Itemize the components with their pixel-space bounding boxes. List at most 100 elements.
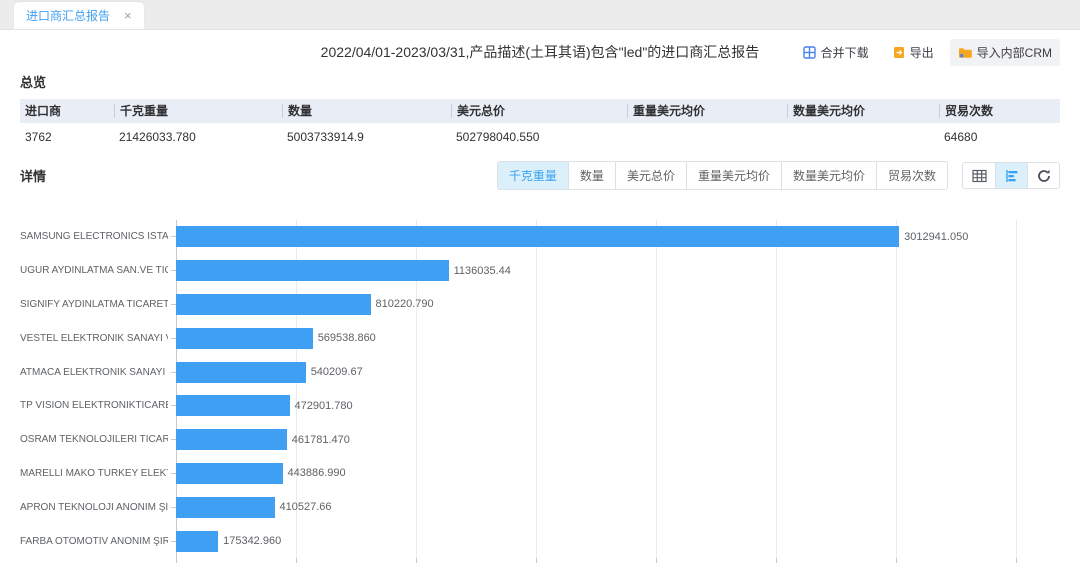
bar-track: 461781.470 xyxy=(176,429,1060,450)
chart-row: MARELLI MAKO TURKEY ELEKTRİK S... 443886.… xyxy=(20,457,1060,491)
merge-download-label: 合并下载 xyxy=(821,44,869,61)
category-label: MARELLI MAKO TURKEY ELEKTRİK S... xyxy=(20,468,168,479)
chart-bar[interactable] xyxy=(176,362,306,383)
overview-header-row: 进口商千克重量数量美元总价重量美元均价数量美元均价贸易次数 xyxy=(20,99,1060,123)
chart-row: ATMACA ELEKTRONİK SANAYİ VE Tİ... 540209.… xyxy=(20,355,1060,389)
bar-track: 410527.66 xyxy=(176,497,1060,518)
value-label: 569538.860 xyxy=(318,332,376,344)
chart-bar[interactable] xyxy=(176,294,371,315)
export-button[interactable]: 导出 xyxy=(885,39,942,66)
chart-bar[interactable] xyxy=(176,463,283,484)
value-label: 461781.470 xyxy=(292,434,350,446)
merge-download-button[interactable]: 合并下载 xyxy=(795,39,877,66)
metric-tab-2[interactable]: 数量 xyxy=(568,162,615,189)
chart-row: TP VISION ELEKTRONİKTİCARET AN... 472901.… xyxy=(20,389,1060,423)
chart-bar[interactable] xyxy=(176,531,218,552)
detail-controls: 千克重量数量美元总价重量美元均价数量美元均价贸易次数 xyxy=(497,161,1060,190)
category-label: UĞUR AYDINLATMA SAN.VE TİC.LTD... xyxy=(20,265,168,276)
report-page: 2022/04/01-2023/03/31,产品描述(土耳其语)包含"led"的… xyxy=(0,34,1080,565)
title-row: 2022/04/01-2023/03/31,产品描述(土耳其语)包含"led"的… xyxy=(20,34,1060,70)
value-label: 443886.990 xyxy=(288,467,346,479)
value-label: 410527.66 xyxy=(280,501,332,513)
x-tick-mark xyxy=(176,558,177,563)
import-crm-button[interactable]: 导入内部CRM xyxy=(950,39,1060,66)
overview-header-cell: 重量美元均价 xyxy=(627,104,787,118)
view-button-group xyxy=(962,162,1060,189)
chart-bar[interactable] xyxy=(176,497,275,518)
bar-track: 569538.860 xyxy=(176,328,1060,349)
value-label: 3012941.050 xyxy=(904,231,968,243)
x-tick-mark xyxy=(536,558,537,563)
overview-header-cell: 进口商 xyxy=(20,104,114,118)
chart-bar[interactable] xyxy=(176,226,899,247)
overview-header-cell: 千克重量 xyxy=(114,104,282,118)
metric-tab-4[interactable]: 重量美元均价 xyxy=(686,162,781,189)
metric-tab-5[interactable]: 数量美元均价 xyxy=(781,162,876,189)
close-icon[interactable]: × xyxy=(124,9,132,22)
category-label: SİGNİFY AYDINLATMA TİCARET ANO... xyxy=(20,299,168,310)
refresh-icon xyxy=(1037,169,1051,183)
bar-track: 443886.990 xyxy=(176,463,1060,484)
overview-header-cell: 数量美元均价 xyxy=(787,104,939,118)
category-label: VESTEL ELEKTRONİK SANAYİ VE Tİ... xyxy=(20,333,168,344)
overview-value-row: 376221426033.7805003733914.9502798040.55… xyxy=(20,123,1060,151)
detail-section-title: 详情 xyxy=(20,166,46,185)
overview-header-cell: 贸易次数 xyxy=(939,104,1060,118)
import-crm-label: 导入内部CRM xyxy=(977,44,1052,61)
bar-chart-icon xyxy=(1005,169,1019,183)
chart-row: OSRAM TEKNOLOJİLERİ TİCARET AN... 461781.… xyxy=(20,423,1060,457)
bar-track: 3012941.050 xyxy=(176,226,1060,247)
chart-row: SİGNİFY AYDINLATMA TİCARET ANO... 810220.… xyxy=(20,288,1060,322)
metric-tab-group: 千克重量数量美元总价重量美元均价数量美元均价贸易次数 xyxy=(497,161,948,190)
category-label: TP VISION ELEKTRONİKTİCARET AN... xyxy=(20,400,168,411)
category-label: ATMACA ELEKTRONİK SANAYİ VE Tİ... xyxy=(20,367,168,378)
overview-value-cell: 64680 xyxy=(939,130,1060,144)
overview-header-cell: 美元总价 xyxy=(451,104,627,118)
x-tick-mark xyxy=(656,558,657,563)
chart-area: SAMSUNG ELECTRONICS ISTANBUL P... 3012941… xyxy=(20,220,1060,558)
overview-table: 进口商千克重量数量美元总价重量美元均价数量美元均价贸易次数 3762214260… xyxy=(20,99,1060,151)
tab-import-summary-report[interactable]: 进口商汇总报告 × xyxy=(14,2,144,29)
refresh-button[interactable] xyxy=(1027,163,1059,188)
category-label: SAMSUNG ELECTRONICS ISTANBUL P... xyxy=(20,231,168,242)
header-buttons: 合并下载 导出 导入内部CRM xyxy=(795,39,1060,66)
merge-grid-icon xyxy=(803,46,816,59)
value-label: 540209.67 xyxy=(311,366,363,378)
overview-value-cell: 3762 xyxy=(20,130,114,144)
overview-section-title: 总览 xyxy=(20,72,1060,91)
chart-bar[interactable] xyxy=(176,328,313,349)
table-icon xyxy=(972,169,987,183)
bar-track: 540209.67 xyxy=(176,362,1060,383)
value-label: 472901.780 xyxy=(295,400,353,412)
overview-header-cell: 数量 xyxy=(282,104,451,118)
value-label: 1136035.44 xyxy=(454,265,511,277)
chart-row: APRON TEKNOLOJİ ANONİM ŞİRKETİ 410527.66 xyxy=(20,490,1060,524)
export-icon xyxy=(893,46,905,59)
tab-bar: 进口商汇总报告 × xyxy=(0,0,1080,30)
chart-rows: SAMSUNG ELECTRONICS ISTANBUL P... 3012941… xyxy=(20,220,1060,558)
chart-bar[interactable] xyxy=(176,260,449,281)
metric-tab-6[interactable]: 贸易次数 xyxy=(876,162,947,189)
bar-track: 472901.780 xyxy=(176,395,1060,416)
x-tick-mark xyxy=(776,558,777,563)
chart-bar[interactable] xyxy=(176,429,287,450)
value-label: 175342.960 xyxy=(223,535,281,547)
value-label: 810220.790 xyxy=(376,298,434,310)
bar-track: 175342.960 xyxy=(176,531,1060,552)
bar-track: 1136035.44 xyxy=(176,260,1060,281)
x-axis: 0500,0001,000,0001,500,0002,000,0002,500… xyxy=(176,558,1016,565)
view-chart-button[interactable] xyxy=(995,163,1027,188)
chart-bar[interactable] xyxy=(176,395,290,416)
chart-row: FARBA OTOMOTİV ANONİM ŞİRKETİ175342.960 xyxy=(20,524,1060,558)
metric-tab-3[interactable]: 美元总价 xyxy=(615,162,686,189)
x-tick-mark xyxy=(296,558,297,563)
category-label: OSRAM TEKNOLOJİLERİ TİCARET AN... xyxy=(20,434,168,445)
chart-row: SAMSUNG ELECTRONICS ISTANBUL P... 3012941… xyxy=(20,220,1060,254)
chart-row: UĞUR AYDINLATMA SAN.VE TİC.LTD... 1136035… xyxy=(20,254,1060,288)
x-tick-mark xyxy=(416,558,417,563)
overview-value-cell: 21426033.780 xyxy=(114,130,282,144)
category-label: APRON TEKNOLOJİ ANONİM ŞİRKETİ xyxy=(20,502,168,513)
metric-tab-1[interactable]: 千克重量 xyxy=(498,162,568,189)
overview-value-cell: 502798040.550 xyxy=(451,130,627,144)
view-table-button[interactable] xyxy=(963,163,995,188)
